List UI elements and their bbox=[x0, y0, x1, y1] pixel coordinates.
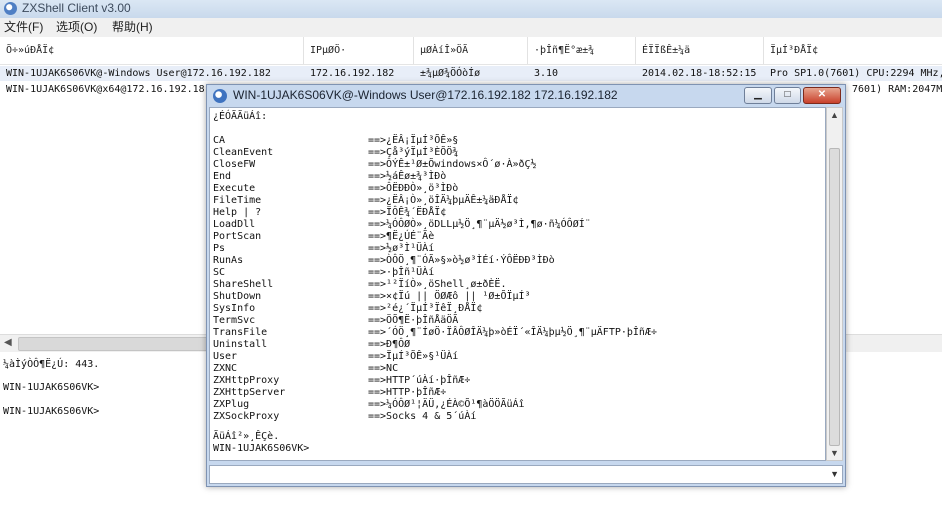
command-description: ==>¼ÓÔØÒ»¸öDLLµ½Ö¸¶¨µÄ½ø³Ì,¶ø·ñ¼ÓÔØÍ¨ bbox=[368, 219, 591, 230]
command-name: Help | ? bbox=[213, 207, 262, 218]
menubar: 文件(F) 选项(O) 帮助(H) bbox=[0, 18, 942, 37]
chevron-down-icon[interactable]: ▼ bbox=[830, 469, 839, 479]
command-name: PortScan bbox=[213, 231, 262, 242]
command-description: ==>ÔËÐÐÒ»¸ö³ÌÐò bbox=[368, 183, 459, 194]
close-icon: ✕ bbox=[817, 89, 827, 100]
scroll-left-icon[interactable]: ◀ bbox=[4, 337, 12, 348]
console-line: WIN-1UJAK6S06VK> bbox=[3, 382, 100, 393]
column-header-ip[interactable]: IPµØÖ· bbox=[304, 37, 414, 64]
command-description: ==>ÏÔÊ¾´ËÐÅÏ¢ bbox=[368, 207, 447, 218]
command-description: ==>HTTP·þÎñÆ÷ bbox=[368, 387, 447, 398]
column-header-version[interactable]: ·þÎñ¶Ë°æ±¾ bbox=[528, 37, 636, 64]
scroll-up-icon[interactable]: ▲ bbox=[830, 110, 839, 120]
close-button[interactable]: ✕ bbox=[803, 87, 841, 104]
command-name: ZXNC bbox=[213, 363, 238, 374]
column-header-location[interactable]: µØÀíÎ»ÖÃ bbox=[414, 37, 528, 64]
command-description: ==>·þÎñ¹ÜÀí bbox=[368, 267, 435, 278]
command-description: ==>¿ËÂ¡Ò»¸öÎÄ¼þµÄÊ±¼äÐÅÏ¢ bbox=[368, 195, 519, 206]
command-description: ==>¿ËÂ¡ÏµÍ³ÕÊ»§ bbox=[368, 135, 459, 146]
command-description: ==>½ø³Ì¹ÜÀí bbox=[368, 243, 435, 254]
command-name: Execute bbox=[213, 183, 256, 194]
command-name: End bbox=[213, 171, 232, 182]
cell-location: ±¾µØ¾ÖÓòÍø bbox=[420, 68, 481, 79]
command-name: SC bbox=[213, 267, 226, 278]
command-description: ==>ÔÝÊ±¹Ø±Õwindows×Ô´ø·À»ðÇ½ bbox=[368, 159, 537, 170]
command-name: ZXPlug bbox=[213, 399, 250, 410]
command-name: LoadDll bbox=[213, 219, 256, 230]
command-name: CloseFW bbox=[213, 159, 256, 170]
minimize-button[interactable]: ▁ bbox=[744, 87, 772, 104]
command-name: TermSvc bbox=[213, 315, 256, 326]
command-description: ==>×¢Ïú || ÖØÆô || ¹Ø±ÕÏµÍ³ bbox=[368, 291, 531, 302]
cell-version: 3.10 bbox=[534, 68, 559, 79]
shell-header: ¿ÉÓÃÃüÁî: bbox=[213, 111, 268, 122]
cell-sysinfo: Pro SP1.0(7601) CPU:2294 MHz, bbox=[770, 68, 942, 79]
command-description: ==>Çå³ýÏµÍ³ÈÕÖ¾ bbox=[368, 147, 459, 158]
command-name: User bbox=[213, 351, 238, 362]
command-description: ==>Socks 4 & 5´úÀí bbox=[368, 411, 477, 422]
command-description: ==>Ð¶ÔØ bbox=[368, 339, 411, 350]
scroll-down-icon[interactable]: ▼ bbox=[830, 448, 839, 458]
column-header-sysinfo[interactable]: ÏµÍ³ÐÅÏ¢ bbox=[764, 37, 942, 64]
shell-footer: ÃüÁî²»¸ÊÇè. bbox=[213, 431, 280, 442]
command-description: ==>½áÊø±¾³ÌÐò bbox=[368, 171, 447, 182]
command-description: ==>ÒÔÖ¸¶¨ÓÃ»§»ò½ø³ÌÉí·ÝÔËÐÐ³ÌÐò bbox=[368, 255, 555, 266]
host-list-header: Õ÷»úÐÅÏ¢ IPµØÖ· µØÀíÎ»ÖÃ ·þÎñ¶Ë°æ±¾ ÉÏÏß… bbox=[0, 37, 942, 65]
app-title: ZXShell Client v3.00 bbox=[22, 1, 131, 15]
scrollbar-thumb[interactable] bbox=[829, 148, 840, 446]
command-description: ==>¹²ÏíÒ»¸öShell¸ø±ðÈË. bbox=[368, 279, 507, 290]
maximize-button[interactable]: □ bbox=[774, 87, 801, 104]
cell-host: WIN-1UJAK6S06VK@-Windows User@172.16.192… bbox=[6, 68, 271, 79]
shell-window-icon bbox=[213, 89, 227, 103]
shell-vertical-scrollbar[interactable]: ▲ ▼ bbox=[826, 107, 843, 461]
command-input[interactable]: ▼ bbox=[209, 465, 843, 484]
command-description: ==>HTTP´úÀí·þÎñÆ÷ bbox=[368, 375, 471, 386]
command-name: SysInfo bbox=[213, 303, 256, 314]
command-name: CA bbox=[213, 135, 226, 146]
cell-online-time: 2014.02.18-18:52:15 bbox=[642, 68, 757, 79]
shell-window-title: WIN-1UJAK6S06VK@-Windows User@172.16.192… bbox=[233, 88, 618, 102]
command-name: RunAs bbox=[213, 255, 244, 266]
command-description: ==>²é¿´ÏµÍ³ÏêÏ¸ÐÅÏ¢ bbox=[368, 303, 483, 314]
minimize-icon: ▁ bbox=[754, 89, 762, 100]
maximize-icon: □ bbox=[784, 89, 791, 100]
console-line: WIN-1UJAK6S06VK> bbox=[3, 406, 100, 417]
cell-ip: 172.16.192.182 bbox=[310, 68, 395, 79]
column-header-online-time[interactable]: ÉÏÏßÊ±¼ä bbox=[636, 37, 764, 64]
command-name: ZXHttpProxy bbox=[213, 375, 280, 386]
command-description: ==>ÏµÍ³ÕÊ»§¹ÜÀí bbox=[368, 351, 459, 362]
app-titlebar: ZXShell Client v3.00 bbox=[0, 0, 942, 18]
command-name: FileTime bbox=[213, 195, 262, 206]
command-name: Uninstall bbox=[213, 339, 268, 350]
command-description: ==>¼ÓÔØ¹¦ÄÜ,¿ÉÀ©Õ¹¶àÖÖÃüÁî bbox=[368, 399, 525, 410]
menu-file[interactable]: 文件(F) bbox=[4, 18, 43, 37]
command-description: ==>´ÓÖ¸¶¨ÍøÖ·ÏÂÔØÎÄ¼þ»òÉÏ´«ÎÄ¼þµ½Ö¸¶¨µÄF… bbox=[368, 327, 657, 338]
table-row[interactable]: WIN-1UJAK6S06VK@-Windows User@172.16.192… bbox=[0, 66, 942, 81]
menu-options[interactable]: 选项(O) bbox=[56, 18, 97, 37]
cell-host: WIN-1UJAK6S06VK@x64@172.16.192.18 bbox=[6, 84, 205, 95]
shell-output: ¿ÉÓÃÃüÁî: CA ==>¿ËÂ¡ÏµÍ³ÕÊ»§ CleanEvent ==>… bbox=[209, 107, 826, 461]
command-name: ShutDown bbox=[213, 291, 262, 302]
column-header-host[interactable]: Õ÷»úÐÅÏ¢ bbox=[0, 37, 304, 64]
command-name: TransFile bbox=[213, 327, 268, 338]
command-name: ZXSockProxy bbox=[213, 411, 280, 422]
menu-help[interactable]: 帮助(H) bbox=[112, 18, 153, 37]
command-name: ZXHttpServer bbox=[213, 387, 286, 398]
command-description: ==>¶Ë¿ÚÉ¨Ãè bbox=[368, 231, 435, 242]
command-name: CleanEvent bbox=[213, 147, 274, 158]
command-description: ==>ÖÕ¶Ë·þÎñÅäÖÃ bbox=[368, 315, 459, 326]
command-name: ShareShell bbox=[213, 279, 274, 290]
console-line: ¼àÌýÒÔ¶Ë¿Ú: 443. bbox=[3, 359, 100, 370]
command-name: Ps bbox=[213, 243, 226, 254]
cell-sysinfo: 7601) RAM:2047MB, bbox=[852, 84, 942, 95]
shell-window: WIN-1UJAK6S06VK@-Windows User@172.16.192… bbox=[206, 84, 846, 487]
app-icon bbox=[4, 2, 17, 15]
command-description: ==>NC bbox=[368, 363, 399, 374]
shell-prompt: WIN-1UJAK6S06VK> bbox=[213, 443, 310, 454]
